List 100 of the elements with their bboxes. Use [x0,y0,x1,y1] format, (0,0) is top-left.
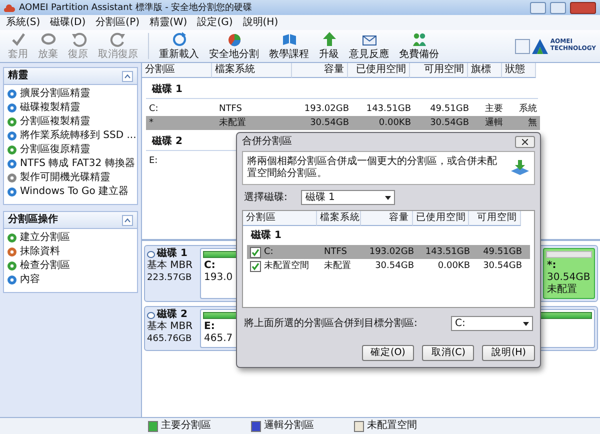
sidebar-item[interactable]: NTFS 轉成 FAT32 轉換器 [7,158,134,170]
target-dropdown[interactable]: C: [451,316,533,331]
legend-label: 邏輯分割區 [264,420,314,432]
table-cell: 0.00KB [438,260,470,272]
checkbox[interactable] [250,246,261,258]
column-header[interactable]: 容量 [292,63,348,78]
sidebar-item[interactable]: 分割區複製精靈 [7,116,134,128]
up-arrow-icon [320,31,338,48]
disk-dropdown[interactable]: 磁碟 1 [301,190,396,205]
disk-type: 基本 MBR [147,321,193,333]
column-header[interactable]: 旗標 [468,63,502,78]
column-header[interactable]: 已使用空間 [413,211,469,226]
partition-row[interactable]: * 未配置 30.54GB 0.00KB 30.54GB 邏輯 無 [146,116,540,130]
sidebar-item[interactable]: 內容 [7,274,134,286]
sidebar-item[interactable]: 分割區復原精靈 [7,144,134,156]
sidebar-item[interactable]: 抹除資料 [7,246,134,258]
menu-item[interactable]: 磁碟(D) [50,16,86,28]
sidebar-item[interactable]: Windows To Go 建立器 [7,186,134,198]
table-cell: NTFS [324,246,347,258]
sidebar-item[interactable]: 擴展分割區精靈 [7,88,134,100]
table-cell: 30.54GB [375,260,414,272]
table-cell-text: 30.54GB [309,117,350,130]
dialog-description: 將兩個相鄰分割區合併成一個更大的分割區，或合併未配置空間給分割區。 [247,156,498,180]
minimize-button[interactable] [530,2,546,14]
partition-label: *: [546,260,558,272]
partition-row[interactable]: C: NTFS 193.02GB 143.51GB 49.51GB [247,245,530,259]
close-button[interactable] [570,2,596,14]
table-cell-text: * [148,117,154,130]
panel-title: 分割區操作 [8,214,58,226]
disk-size: 223.57GB [147,272,192,284]
table-cell-text: 143.51GB [365,103,412,116]
close-button[interactable] [515,136,535,148]
disk-icon [147,250,155,258]
partition-row[interactable]: 未配置空間 未配置 30.54GB 0.00KB 30.54GB [247,259,530,273]
dialog-button[interactable]: 說明(H) [482,345,535,361]
window-title: AOMEI Partition Assistant 標準版 - 安全地分割您的硬碟 [19,2,254,14]
sidebar-item[interactable]: 建立分割區 [7,232,134,244]
toolbar-button[interactable]: 意見反應 [345,30,393,62]
redo-icon [110,31,126,48]
column-header[interactable]: 容量 [361,211,413,226]
column-header[interactable]: 分割區 [142,63,212,78]
sidebar-item[interactable]: 磁碟複製精靈 [7,102,134,114]
sidebar-item[interactable]: 檢查分割區 [7,260,134,272]
cloud-icon [4,4,15,12]
collapse-icon[interactable] [122,214,133,226]
check-icon [10,31,26,48]
caret-icon [385,196,392,200]
sidebar-item[interactable]: 將作業系統轉移到 SSD ... [7,130,134,142]
disk-arrow-icon [510,159,530,177]
toolbar-button[interactable]: 升級 [315,30,343,62]
toolbar-button[interactable]: 重新載入 [155,30,203,62]
disk-size: 465.76GB [147,333,192,345]
checkbox-icon[interactable] [515,38,530,54]
column-header[interactable]: 狀態 [502,63,536,78]
table-cell-text: NTFS [218,103,243,116]
table-cell: 49.51GB [483,246,522,258]
undo-icon [70,31,86,48]
partition-row[interactable]: C: NTFS 193.02GB 143.51GB 49.51GB 主要 系統 [146,102,540,116]
checkbox[interactable] [250,260,261,272]
dialog-button[interactable]: 確定(O) [362,345,414,361]
maximize-button[interactable] [550,2,566,14]
column-header[interactable]: 已使用空間 [348,63,410,78]
table-cell: 未配置 [324,260,351,272]
collapse-icon[interactable] [122,70,133,82]
menu-item[interactable]: 說明(H) [242,16,278,28]
close-icon [522,139,528,145]
menu-item[interactable]: 設定(G) [197,16,233,28]
usage-bar [546,251,592,258]
table-cell-text: 邏輯 [484,116,504,130]
disk-group-title: 磁碟 1 [146,78,538,99]
menu-item[interactable]: 精靈(W) [150,16,188,28]
partition-label: E: [203,321,216,333]
partition-detail: 30.54GB 未配置 [546,272,592,296]
toolbar-button[interactable]: 免費備份 [395,30,443,62]
disk-type: 基本 MBR [147,260,193,272]
pie-icon [226,31,242,48]
field-label: 選擇磁碟: [244,192,288,204]
legend-label: 未配置空間 [367,420,417,432]
table-cell: 143.51GB [425,246,470,258]
column-header[interactable]: 檔案系統 [317,211,361,226]
table-cell-text: 無 [527,116,538,130]
field-label: 將上面所選的分割區合併到目標分割區: [244,318,418,330]
disk-group-title: 磁碟 1 [250,228,282,243]
disk-name: 磁碟 2 [157,309,188,320]
sidebar-item[interactable]: 製作可開機光碟精靈 [7,172,134,184]
column-header[interactable]: 檔案系統 [212,63,292,78]
column-header[interactable]: 可用空間 [469,211,521,226]
toolbar-button[interactable]: 安全地分割 [205,30,263,62]
dialog-button[interactable]: 取消(C) [422,345,474,361]
toolbar-button[interactable]: 教學課程 [265,30,313,62]
column-header[interactable]: 分割區 [243,211,317,226]
partition-detail: 193.0 [203,272,234,284]
partition-block[interactable]: *: 30.54GB 未配置 [543,248,595,299]
menu-item[interactable]: 系統(S) [6,16,40,28]
column-header[interactable]: 可用空間 [410,63,468,78]
menu-item[interactable]: 分割區(P) [96,16,140,28]
legend-label: 主要分割區 [161,420,211,432]
table-cell-text: 49.51GB [429,103,470,116]
caret-icon [523,322,529,326]
table-cell-text: 193.02GB [303,103,350,116]
